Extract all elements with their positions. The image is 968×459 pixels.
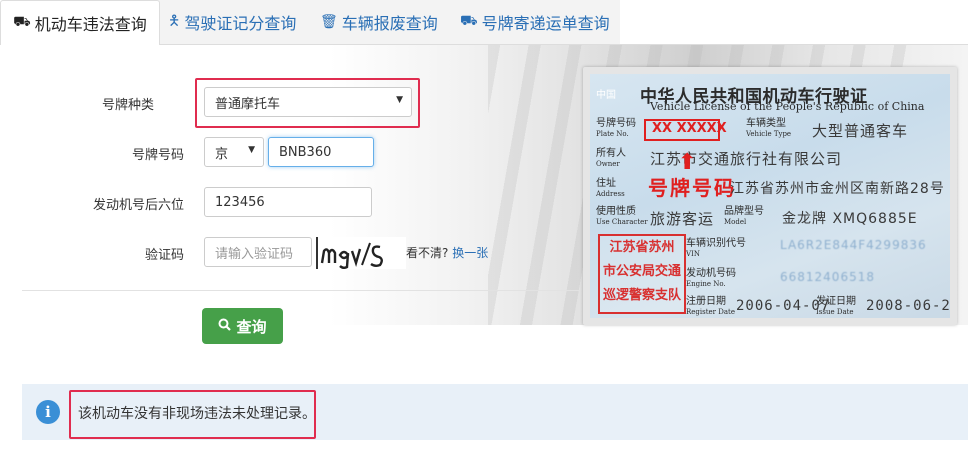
plate-type-label: 号牌种类 [101, 98, 154, 113]
card-plate-value: XX XXXXX [652, 121, 727, 136]
card-vin-value: LA6R2E844F4299836 [780, 238, 927, 252]
tab-vehicle-violation[interactable]: ⛟ 机动车违法查询 [0, 0, 160, 46]
person-icon: 🯅 [168, 13, 181, 29]
tab-label: 驾驶证记分查询 [184, 14, 297, 33]
tab-label: 号牌寄递运单查询 [481, 14, 610, 33]
card-plate-label: 号牌号码 Plate No. [596, 118, 636, 138]
tab-bar: ⛟ 机动车违法查询 🯅 驾驶证记分查询 🗑 车辆报废查询 ⛟ 号牌寄递运单查询 [0, 0, 968, 46]
captcha-image[interactable] [316, 237, 406, 269]
plate-type-highlight [195, 78, 420, 128]
card-address-value: 江苏省苏州市金州区南新路28号 [730, 181, 945, 197]
query-button[interactable]: 查询 [202, 308, 283, 344]
captcha-hint: 看不清? 换一张 [406, 244, 488, 261]
tab-label: 机动车违法查询 [34, 15, 147, 34]
captcha-hint-text: 看不清? [406, 246, 449, 260]
card-model-label: 品牌型号 Model [724, 206, 764, 226]
tab-vehicle-scrap[interactable]: 🗑 车辆报废查询 [320, 0, 438, 44]
tab-label: 车辆报废查询 [341, 14, 438, 33]
tab-license-points[interactable]: 🯅 驾驶证记分查询 [168, 0, 296, 44]
tab-plate-delivery[interactable]: ⛟ 号牌寄递运单查询 [460, 0, 610, 44]
plate-number-label: 号牌号码 [131, 148, 184, 163]
result-highlight [69, 390, 316, 439]
plate-number-value: BNB360 [279, 144, 332, 160]
card-annotation: 号牌号码 [648, 176, 736, 200]
captcha-placeholder: 请输入验证码 [215, 246, 294, 262]
engine-number-input[interactable]: 123456 [204, 187, 372, 217]
captcha-glyphs [320, 242, 383, 269]
captcha-refresh-link[interactable]: 换一张 [452, 246, 488, 260]
card-register-label: 注册日期 Register Date [686, 296, 735, 316]
trash-icon: 🗑 [320, 14, 338, 30]
plate-prefix-value: 京 [215, 146, 229, 162]
truck-icon: ⛟ [13, 14, 31, 30]
card-vin-label: 车辆识别代号 VIN [686, 238, 746, 258]
chevron-down-icon: ▼ [248, 145, 255, 155]
plate-prefix-select[interactable]: 京 ▼ [204, 137, 264, 167]
card-owner-label: 所有人 Owner [596, 148, 626, 168]
truck-icon: ⛟ [460, 13, 478, 29]
engine-number-label: 发动机号后六位 [92, 198, 184, 213]
card-use-label: 使用性质 Use Character [596, 206, 648, 226]
captcha-input[interactable]: 请输入验证码 [204, 237, 312, 267]
card-engine-label: 发动机号码 Engine No. [686, 268, 736, 288]
query-button-label: 查询 [236, 317, 267, 336]
form-divider [22, 290, 582, 291]
card-use-value: 旅游客运 [650, 210, 715, 228]
card-subtitle: Vehicle License of the People's Republic… [650, 100, 925, 113]
card-country: 中国 [596, 90, 616, 101]
card-address-label: 住址 Address [596, 178, 625, 198]
engine-number-value: 123456 [215, 194, 265, 210]
search-icon [218, 317, 232, 335]
info-icon: i [36, 400, 60, 424]
card-issue-value: 2008-06-24 [866, 298, 950, 314]
police-stamp: 江苏省苏州 市公安局交通 巡逻警察支队 [598, 234, 686, 314]
plate-number-input[interactable]: BNB360 [268, 137, 374, 167]
license-sample-image: 中国 中华人民共和国机动车行驶证 Vehicle License of the … [590, 74, 950, 318]
card-engine-value: 66812406518 [780, 270, 875, 284]
captcha-label: 验证码 [144, 248, 184, 263]
card-model-value: 金龙牌 XMQ6885E [782, 211, 918, 227]
card-vehicle-type-label: 车辆类型 Vehicle Type [746, 118, 792, 138]
card-vehicle-type-value: 大型普通客车 [812, 122, 909, 140]
license-sample-card: 中国 中华人民共和国机动车行驶证 Vehicle License of the … [583, 67, 957, 325]
card-issue-label: 发证日期 Issue Date [816, 296, 856, 316]
